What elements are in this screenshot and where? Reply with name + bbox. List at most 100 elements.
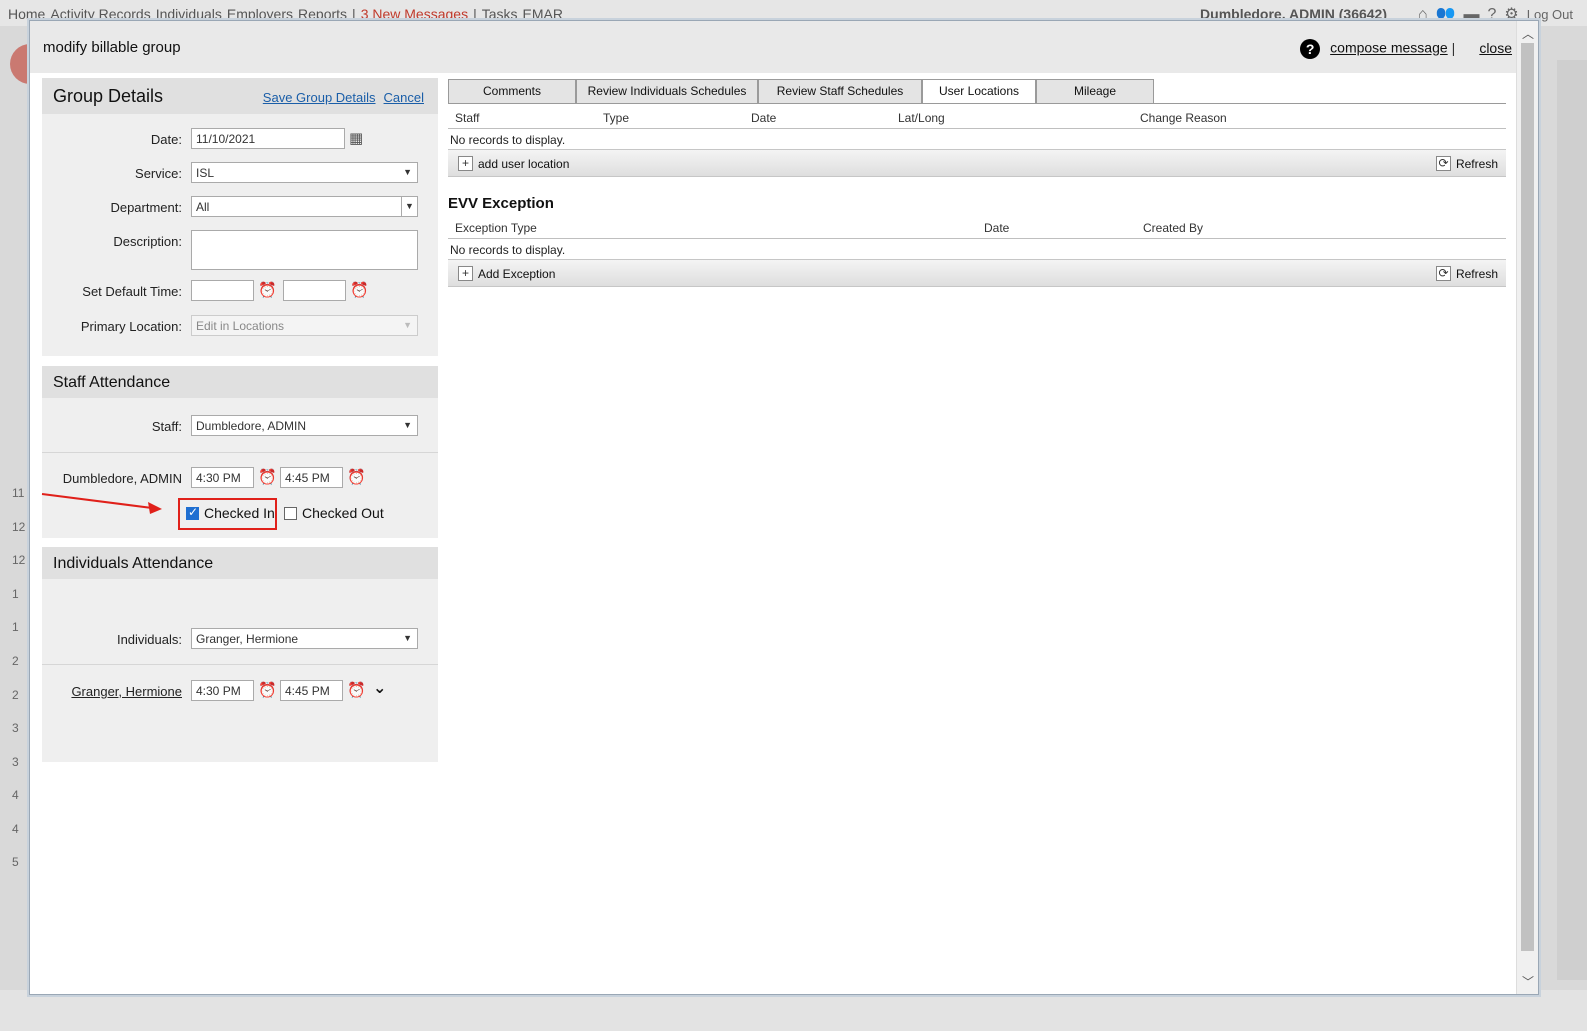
default-time-row: Set Default Time: ⏰ ⏰ <box>42 280 438 302</box>
individual-end-time-input[interactable]: 4:45 PM <box>280 680 343 701</box>
checkbox-checked[interactable] <box>186 505 199 520</box>
evv-exception-title: EVV Exception <box>448 195 554 212</box>
staff-attendance-title: Staff Attendance <box>53 374 171 391</box>
individuals-select[interactable]: Granger, Hermione ▼ <box>191 628 418 649</box>
service-select[interactable]: ISL ▼ <box>191 162 418 183</box>
description-textarea[interactable] <box>191 230 418 270</box>
clock-icon[interactable]: ⏰ <box>258 681 277 699</box>
individuals-value: Granger, Hermione <box>196 632 299 646</box>
individual-name-link[interactable]: Granger, Hermione <box>71 684 182 699</box>
tab-comments[interactable]: Comments <box>448 79 576 104</box>
scroll-down-arrow-icon[interactable]: ﹀ <box>1522 973 1534 990</box>
tab-review-individuals-schedules[interactable]: Review Individuals Schedules <box>576 79 758 104</box>
background-row-number: 1 <box>12 587 19 601</box>
add-user-location-label: add user location <box>478 156 570 171</box>
service-label: Service: <box>135 166 182 181</box>
service-row: Service: ISL ▼ <box>42 162 438 184</box>
close-link[interactable]: close <box>1479 40 1512 56</box>
arrow-shaft <box>41 493 153 509</box>
clock-icon[interactable]: ⏰ <box>258 281 277 299</box>
group-details-title: Group Details <box>53 86 164 106</box>
add-user-location-button[interactable]: + add user location <box>458 156 569 171</box>
add-exception-label: Add Exception <box>478 266 556 281</box>
cancel-link[interactable]: Cancel <box>384 90 424 105</box>
clock-icon[interactable]: ⏰ <box>347 681 366 699</box>
help-icon[interactable]: ? <box>1300 39 1321 59</box>
description-row: Description: <box>42 230 438 270</box>
checked-in-checkbox[interactable]: Checked In <box>186 505 275 521</box>
background-row-number: 3 <box>12 755 19 769</box>
annotation-arrow <box>41 493 162 514</box>
save-group-details-link[interactable]: Save Group Details <box>263 90 376 105</box>
checked-out-checkbox[interactable]: Checked Out <box>284 505 384 521</box>
compose-message-link[interactable]: compose message <box>1330 40 1448 56</box>
dialog-scrollbar[interactable]: ︿ ﹀ <box>1516 21 1538 994</box>
staff-label: Staff: <box>151 419 182 434</box>
column-header-date[interactable]: Date <box>751 111 776 125</box>
staff-entry-name: Dumbledore, ADMIN <box>62 471 182 486</box>
staff-start-time-input[interactable]: 4:30 PM <box>191 467 254 488</box>
column-header-date[interactable]: Date <box>984 221 1009 235</box>
background-row-number: 5 <box>12 855 19 869</box>
individuals-row: Individuals: Granger, Hermione ▼ <box>42 628 438 650</box>
column-header-exception-type[interactable]: Exception Type <box>455 221 537 235</box>
individual-start-time-input[interactable]: 4:30 PM <box>191 680 254 701</box>
dialog-header: modify billable group ? compose message | c… <box>30 21 1516 73</box>
individual-attendance-entry: Granger, Hermione 4:30 PM ⏰ 4:45 PM ⏰ ⌄ <box>42 680 438 702</box>
department-label: Department: <box>110 200 182 215</box>
primary-location-select: Edit in Locations ▼ <box>191 315 418 336</box>
department-select[interactable]: All ▼ <box>191 196 418 217</box>
column-header-created-by[interactable]: Created By <box>1143 221 1203 235</box>
checked-in-label: Checked In <box>204 505 275 521</box>
scroll-up-arrow-icon[interactable]: ︿ <box>1522 25 1534 42</box>
staff-end-time-input[interactable]: 4:45 PM <box>280 467 343 488</box>
plus-icon: + <box>458 266 473 281</box>
background-row-number: 4 <box>12 788 19 802</box>
link-separator: | <box>1451 39 1456 56</box>
tab-review-staff-schedules[interactable]: Review Staff Schedules <box>758 79 922 104</box>
empty-message: No records to display. <box>450 133 566 147</box>
date-input[interactable]: 11/10/2021 <box>191 128 345 149</box>
chevron-down-icon: ▼ <box>403 633 412 643</box>
chevron-down-icon: ▼ <box>403 167 412 177</box>
divider <box>42 664 438 665</box>
chevron-down-icon[interactable]: ⌄ <box>373 678 386 698</box>
service-value: ISL <box>196 166 215 180</box>
clock-icon[interactable]: ⏰ <box>258 468 277 486</box>
add-exception-button[interactable]: + Add Exception <box>458 266 555 281</box>
clock-icon[interactable]: ⏰ <box>347 468 366 486</box>
default-start-time-input[interactable] <box>191 280 254 301</box>
empty-message: No records to display. <box>450 243 566 257</box>
column-header-staff[interactable]: Staff <box>455 111 479 125</box>
individuals-attendance-panel: Individuals Attendance Individuals: Gran… <box>42 547 438 762</box>
department-row: Department: All ▼ <box>42 196 438 218</box>
checkbox-unchecked[interactable] <box>284 506 297 520</box>
clock-icon[interactable]: ⏰ <box>350 281 369 299</box>
background-row-number: 2 <box>12 688 19 702</box>
dialog-header-links: ? compose message | close <box>1300 39 1512 59</box>
individuals-attendance-header: Individuals Attendance <box>42 547 438 579</box>
refresh-button[interactable]: ⟳ Refresh <box>1435 156 1498 171</box>
tab-mileage[interactable]: Mileage <box>1036 79 1154 104</box>
grid-header: Exception Type Date Created By <box>448 215 1506 239</box>
plus-icon: + <box>458 156 473 171</box>
default-time-label: Set Default Time: <box>82 284 182 299</box>
staff-select[interactable]: Dumbledore, ADMIN ▼ <box>191 415 418 436</box>
individuals-attendance-title: Individuals Attendance <box>53 555 214 572</box>
background-row-number: 12 <box>12 520 26 534</box>
column-header-lat-long[interactable]: Lat/Long <box>898 111 945 125</box>
background-right-strip <box>1557 60 1587 980</box>
refresh-icon: ⟳ <box>1435 156 1451 171</box>
evv-exception-grid: Exception Type Date Created By No record… <box>448 215 1506 289</box>
column-header-type[interactable]: Type <box>603 111 629 125</box>
column-header-change-reason[interactable]: Change Reason <box>1140 111 1227 125</box>
calendar-icon[interactable]: ▦ <box>349 129 363 147</box>
refresh-button[interactable]: ⟳ Refresh <box>1435 266 1498 281</box>
department-value: All <box>196 200 210 214</box>
tab-user-locations[interactable]: User Locations <box>922 79 1036 104</box>
background-row-number: 11 <box>12 486 25 500</box>
scrollbar-thumb[interactable] <box>1521 43 1534 951</box>
default-end-time-input[interactable] <box>283 280 346 301</box>
grid-footer: + Add Exception ⟳ Refresh <box>448 259 1506 287</box>
dialog-title: modify billable group <box>43 39 181 56</box>
